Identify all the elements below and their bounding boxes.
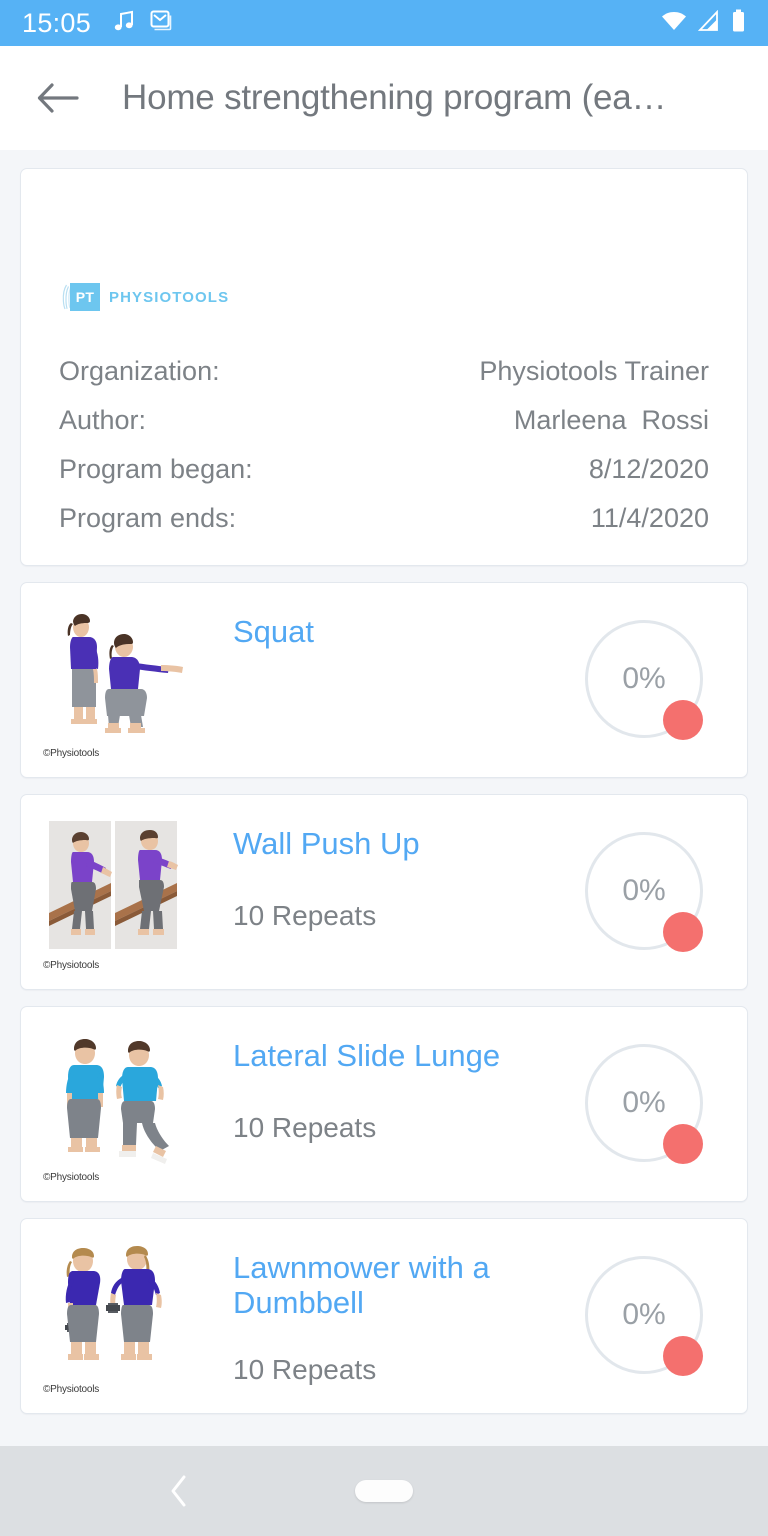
photo-panel-left (49, 821, 112, 949)
exercise-title[interactable]: Squat (233, 614, 585, 650)
status-badge-dot[interactable] (663, 1124, 703, 1164)
exercise-progress[interactable]: 0% (585, 826, 717, 958)
exercise-title[interactable]: Lateral Slide Lunge (233, 1038, 585, 1074)
exercise-progress[interactable]: 0% (585, 1038, 717, 1170)
info-value: 8/12/2020 (588, 454, 709, 484)
system-navigation-bar (0, 1446, 768, 1536)
info-label: Organization: (59, 356, 220, 386)
info-row-author: Author: Marleena Rossi (59, 396, 709, 445)
info-row-organization: Organization: Physiotools Trainer (59, 347, 709, 396)
info-row-program-began: Program began: 8/12/2020 (59, 445, 709, 494)
lateral-slide-lunge-thumbnail (43, 1029, 187, 1169)
exercise-repeats: 10 Repeats (233, 899, 377, 931)
page-title: Home strengthening program (ea… (122, 78, 667, 117)
status-clock: 15:05 (22, 7, 92, 38)
thumbnail-watermark: ©Physiotools (43, 960, 100, 971)
exercise-repeats: 10 Repeats (233, 1111, 377, 1143)
physiotools-pt-badge: PT (70, 283, 100, 311)
exercise-thumbnail-wrap: ©Physiotools (43, 1025, 187, 1183)
status-badge-dot[interactable] (663, 1336, 703, 1376)
program-info-card: PT PHYSIOTOOLS Organization: Physiotools… (20, 168, 748, 566)
home-pill-indicator[interactable] (355, 1480, 413, 1502)
squat-thumbnail (43, 605, 187, 745)
program-logo-area: PT PHYSIOTOOLS (21, 169, 747, 319)
exercise-repeats: 10 Repeats (233, 1354, 377, 1386)
exercise-details: Wall Push Up 10 Repeats (187, 813, 585, 932)
app-bar: Home strengthening program (ea… (0, 46, 768, 150)
exercise-thumbnail-wrap: ©Physiotools (43, 1237, 187, 1395)
exercise-card-lawnmower-with-a-dumbbell[interactable]: ©Physiotools Lawnmower with a Dumbbell 1… (20, 1218, 748, 1414)
info-label: Program began: (59, 454, 253, 484)
exercise-title[interactable]: Wall Push Up (233, 826, 585, 862)
progress-value: 0% (622, 1086, 666, 1119)
thumbnail-watermark: ©Physiotools (43, 748, 100, 759)
progress-value: 0% (622, 1298, 666, 1331)
music-note-icon (113, 9, 135, 38)
wall-push-up-thumbnail (43, 817, 187, 957)
system-back-button[interactable] (160, 1471, 200, 1511)
info-value: Physiotools Trainer (479, 356, 709, 386)
progress-value: 0% (622, 662, 666, 695)
exercise-details: Squat (187, 601, 585, 650)
program-info-rows: Organization: Physiotools Trainer Author… (21, 319, 747, 543)
status-system-icons (661, 9, 746, 38)
cellular-signal-icon (697, 9, 720, 37)
progress-value: 0% (622, 874, 666, 907)
thumbnail-watermark: ©Physiotools (43, 1172, 100, 1183)
info-value: Marleena Rossi (513, 405, 709, 435)
exercise-card-squat[interactable]: ©Physiotools Squat 0% (20, 582, 748, 778)
status-notification-icons (113, 9, 173, 38)
exercise-details: Lawnmower with a Dumbbell 10 Repeats (187, 1237, 585, 1386)
lawnmower-dumbbell-thumbnail (43, 1241, 187, 1381)
status-badge-dot[interactable] (663, 912, 703, 952)
program-scroll-area[interactable]: PT PHYSIOTOOLS Organization: Physiotools… (0, 150, 768, 1446)
info-row-program-ends: Program ends: 11/4/2020 (59, 494, 709, 543)
info-value: 11/4/2020 (590, 503, 709, 533)
physiotools-wordmark: PHYSIOTOOLS (109, 288, 230, 306)
nav-back-chevron-icon (171, 1475, 186, 1507)
exercise-card-wall-push-up[interactable]: ©Physiotools Wall Push Up 10 Repeats 0% (20, 794, 748, 990)
back-arrow-icon (37, 83, 79, 113)
exercise-progress[interactable]: 0% (585, 1250, 717, 1382)
status-bar: 15:05 (0, 0, 768, 46)
exercise-card-lateral-slide-lunge[interactable]: ©Physiotools Lateral Slide Lunge 10 Repe… (20, 1006, 748, 1202)
battery-icon (731, 9, 746, 38)
gmail-icon (149, 9, 173, 38)
back-button[interactable] (30, 70, 86, 126)
exercise-progress[interactable]: 0% (585, 614, 717, 746)
info-label: Program ends: (59, 503, 237, 533)
status-badge-dot[interactable] (663, 700, 703, 740)
photo-panel-right (115, 821, 178, 949)
thumbnail-watermark: ©Physiotools (43, 1384, 100, 1395)
exercise-details: Lateral Slide Lunge 10 Repeats (187, 1025, 585, 1144)
phone-screen: 15:05 Home strengthening program (ea… PT… (0, 0, 768, 1536)
exercise-thumbnail-wrap: ©Physiotools (43, 813, 187, 971)
exercise-title[interactable]: Lawnmower with a Dumbbell (233, 1250, 585, 1320)
physiotools-logo-mark: PT (61, 283, 100, 311)
wifi-icon (661, 10, 687, 37)
exercise-thumbnail-wrap: ©Physiotools (43, 601, 187, 759)
physiotools-logo: PT PHYSIOTOOLS (61, 283, 229, 311)
info-label: Author: (59, 405, 147, 435)
